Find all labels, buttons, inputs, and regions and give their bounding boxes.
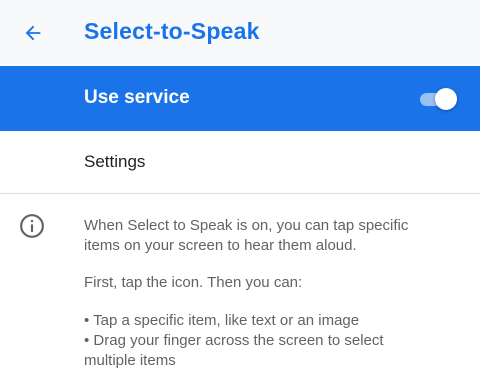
info-line: items on your screen to hear them aloud.	[84, 237, 357, 254]
settings-label: Settings	[84, 152, 146, 171]
settings-row[interactable]: Settings	[0, 131, 480, 193]
bullet-item-continuation: multiple items	[84, 352, 176, 369]
info-bullet-list: • Tap a specific item, like text or an i…	[84, 311, 474, 371]
info-line: When Select to Speak is on, you can tap …	[84, 217, 409, 234]
toggle-thumb	[435, 88, 457, 110]
arrow-left-icon	[25, 25, 41, 41]
bullet-item: • Drag your finger across the screen to …	[84, 332, 384, 349]
bullet-item: • Tap a specific item, like text or an i…	[84, 312, 360, 329]
use-service-toggle[interactable]	[420, 88, 458, 110]
page-title: Select-to-Speak	[84, 18, 260, 44]
use-service-row[interactable]: Use service	[0, 66, 480, 131]
app-bar: Select-to-Speak	[0, 0, 480, 66]
info-paragraph-1: When Select to Speak is on, you can tap …	[84, 216, 464, 256]
divider	[0, 193, 480, 194]
info-icon	[20, 214, 44, 238]
info-paragraph-2: First, tap the icon. Then you can:	[84, 274, 303, 291]
back-button[interactable]	[14, 14, 52, 52]
use-service-label: Use service	[84, 87, 190, 108]
